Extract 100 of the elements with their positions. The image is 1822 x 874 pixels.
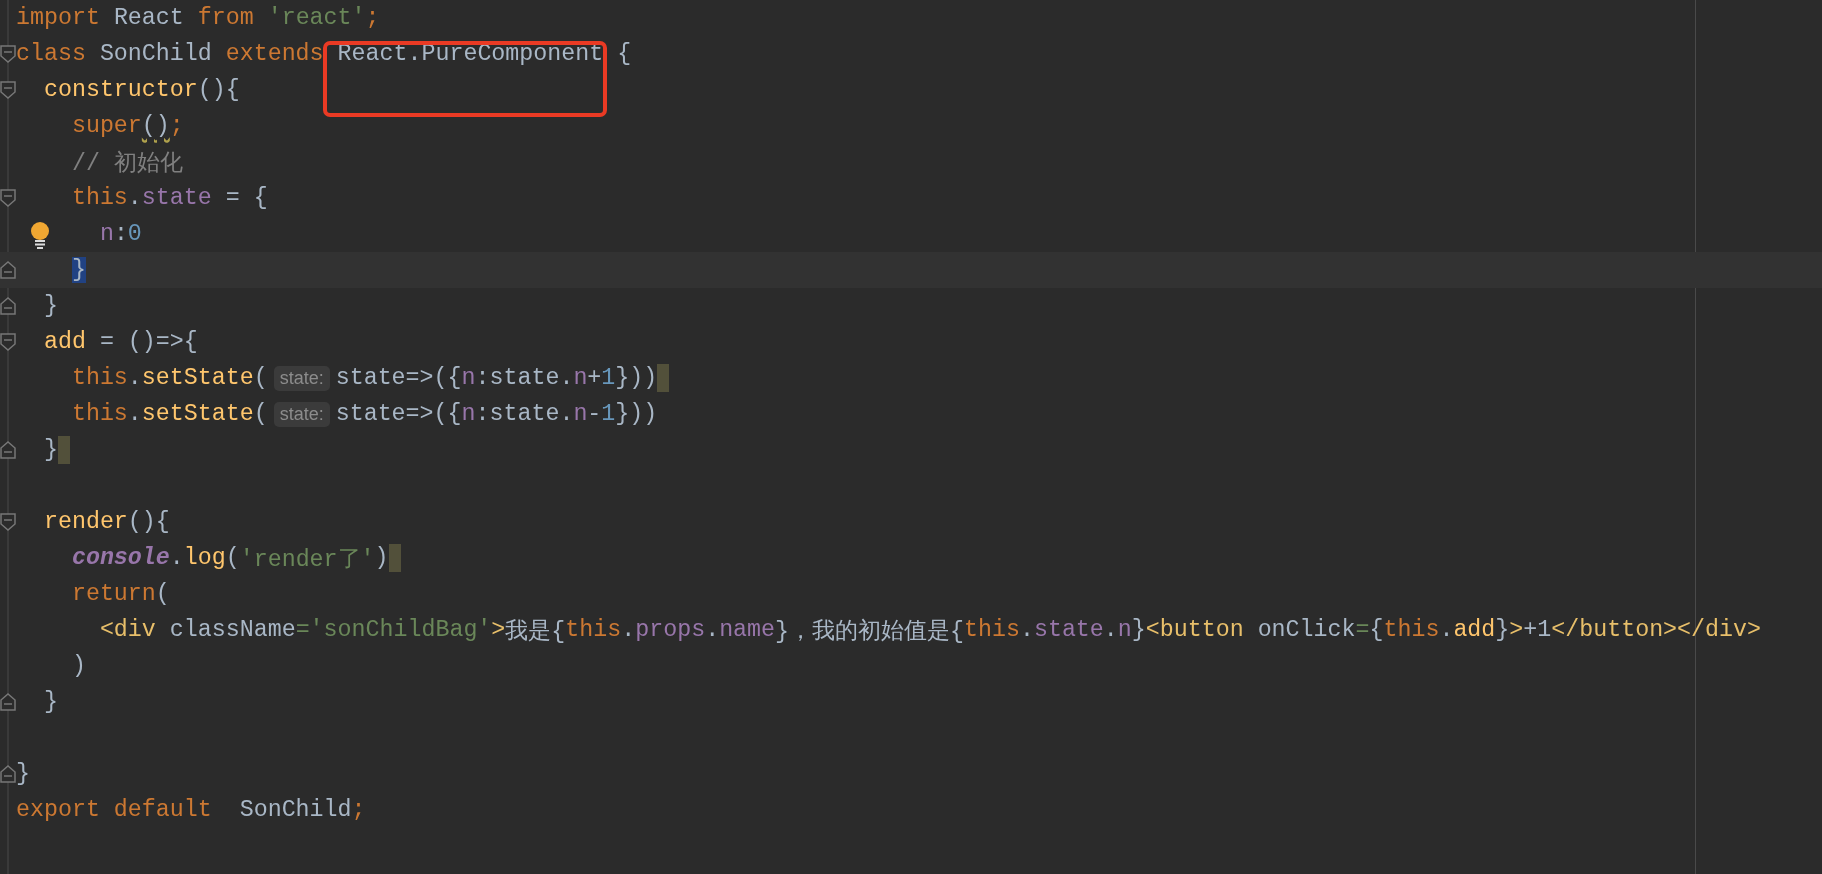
code-text: +1 xyxy=(1523,617,1552,643)
code-text: . xyxy=(1019,617,1034,643)
keyword: super xyxy=(71,113,142,139)
keyword: this xyxy=(964,617,1020,643)
property-name: n xyxy=(461,401,476,427)
string-literal: 'render了' xyxy=(239,545,375,574)
fold-marker-icon[interactable] xyxy=(0,693,16,711)
code-text: = ()=>{ xyxy=(99,329,198,355)
code-text: - xyxy=(587,401,602,427)
fold-marker-icon[interactable] xyxy=(0,765,16,783)
keyword: ; xyxy=(169,113,184,139)
string-literal: = xyxy=(295,617,310,643)
code-text: } xyxy=(43,293,58,319)
code-text: React.PureComponent { xyxy=(337,41,632,67)
fold-marker-icon[interactable] xyxy=(0,297,16,315)
code-text: . xyxy=(127,401,142,427)
function-name: log xyxy=(183,545,226,571)
code-text: . xyxy=(705,617,720,643)
property-name: name xyxy=(719,617,776,643)
matched-brace: } xyxy=(71,257,86,283)
code-text: SonChild xyxy=(239,797,352,823)
property-name: n xyxy=(1117,617,1132,643)
property-name: n xyxy=(461,365,476,391)
code-text: ( xyxy=(253,365,268,391)
parameter-hint: state: xyxy=(273,365,330,391)
code-text: (){ xyxy=(127,509,170,535)
code-text: . xyxy=(1439,617,1454,643)
keyword: this xyxy=(71,185,128,211)
code-text: } xyxy=(16,761,30,787)
fold-marker-icon[interactable] xyxy=(0,513,16,531)
string-literal: = xyxy=(1355,617,1370,643)
fold-marker-icon[interactable] xyxy=(0,441,16,459)
jsx-tag: > xyxy=(1509,617,1524,643)
keyword: ; xyxy=(365,5,380,31)
property-name: state xyxy=(141,185,212,211)
code-text: . xyxy=(127,185,142,211)
keyword: from xyxy=(197,5,254,31)
code-text: })) xyxy=(615,365,658,391)
code-text: = { xyxy=(225,185,268,211)
code-text: . xyxy=(169,545,184,571)
keyword: this xyxy=(71,401,128,427)
code-text: }，我的初始值是{ xyxy=(775,617,964,646)
property-name: state xyxy=(1033,617,1104,643)
string-literal: 'react' xyxy=(267,5,366,31)
jsx-tag: > xyxy=(491,617,506,643)
parameter-hint: state: xyxy=(273,401,330,427)
code-text: state=>({ xyxy=(335,365,462,391)
keyword: this xyxy=(71,365,128,391)
keyword: class xyxy=(16,41,86,67)
code-comment: // 初始化 xyxy=(71,149,183,178)
function-name: constructor xyxy=(43,77,198,103)
code-text: ( xyxy=(225,545,240,571)
keyword: export default xyxy=(16,797,212,823)
code-text: } xyxy=(1495,617,1510,643)
code-text: { xyxy=(1369,617,1384,643)
number-literal: 1 xyxy=(601,401,616,427)
code-text: ) xyxy=(71,653,86,679)
jsx-tag: <button xyxy=(1145,617,1244,643)
code-text: } xyxy=(43,689,58,715)
jsx-tag: </button></div> xyxy=(1551,617,1761,643)
fold-marker-icon[interactable] xyxy=(0,261,16,279)
code-text: ( xyxy=(253,401,268,427)
global-object: console xyxy=(71,545,170,571)
function-name: setState xyxy=(141,401,254,427)
code-text: (){ xyxy=(197,77,240,103)
code-text: () xyxy=(141,113,170,139)
property-name: n xyxy=(99,221,114,247)
code-text: } xyxy=(1131,617,1146,643)
code-text: 我是{ xyxy=(505,617,566,646)
code-text: :state. xyxy=(475,401,574,427)
code-text: onClick xyxy=(1257,617,1356,643)
code-text: + xyxy=(587,365,602,391)
function-name: add xyxy=(43,329,86,355)
code-text: state=>({ xyxy=(335,401,462,427)
code-text: })) xyxy=(615,401,658,427)
jsx-tag: <div xyxy=(99,617,156,643)
function-name: setState xyxy=(141,365,254,391)
keyword: this xyxy=(1383,617,1440,643)
keyword: this xyxy=(565,617,622,643)
code-text: . xyxy=(621,617,636,643)
code-text: . xyxy=(1103,617,1118,643)
number-literal: 0 xyxy=(127,221,142,247)
fold-marker-icon[interactable] xyxy=(0,45,16,63)
function-name: add xyxy=(1453,617,1496,643)
fold-marker-icon[interactable] xyxy=(0,81,16,99)
code-text: React xyxy=(113,5,185,31)
code-text: ) xyxy=(374,545,389,571)
code-text: . xyxy=(127,365,142,391)
code-text: : xyxy=(113,221,128,247)
string-literal: 'sonChildBag' xyxy=(309,617,492,643)
function-name: render xyxy=(43,509,128,535)
property-name: props xyxy=(635,617,706,643)
keyword: return xyxy=(71,581,156,607)
keyword: import xyxy=(16,5,100,31)
fold-marker-icon[interactable] xyxy=(0,333,16,351)
number-literal: 1 xyxy=(601,365,616,391)
keyword: extends xyxy=(225,41,324,67)
lightbulb-icon[interactable] xyxy=(30,221,50,249)
code-text: className xyxy=(169,617,296,643)
fold-marker-icon[interactable] xyxy=(0,189,16,207)
